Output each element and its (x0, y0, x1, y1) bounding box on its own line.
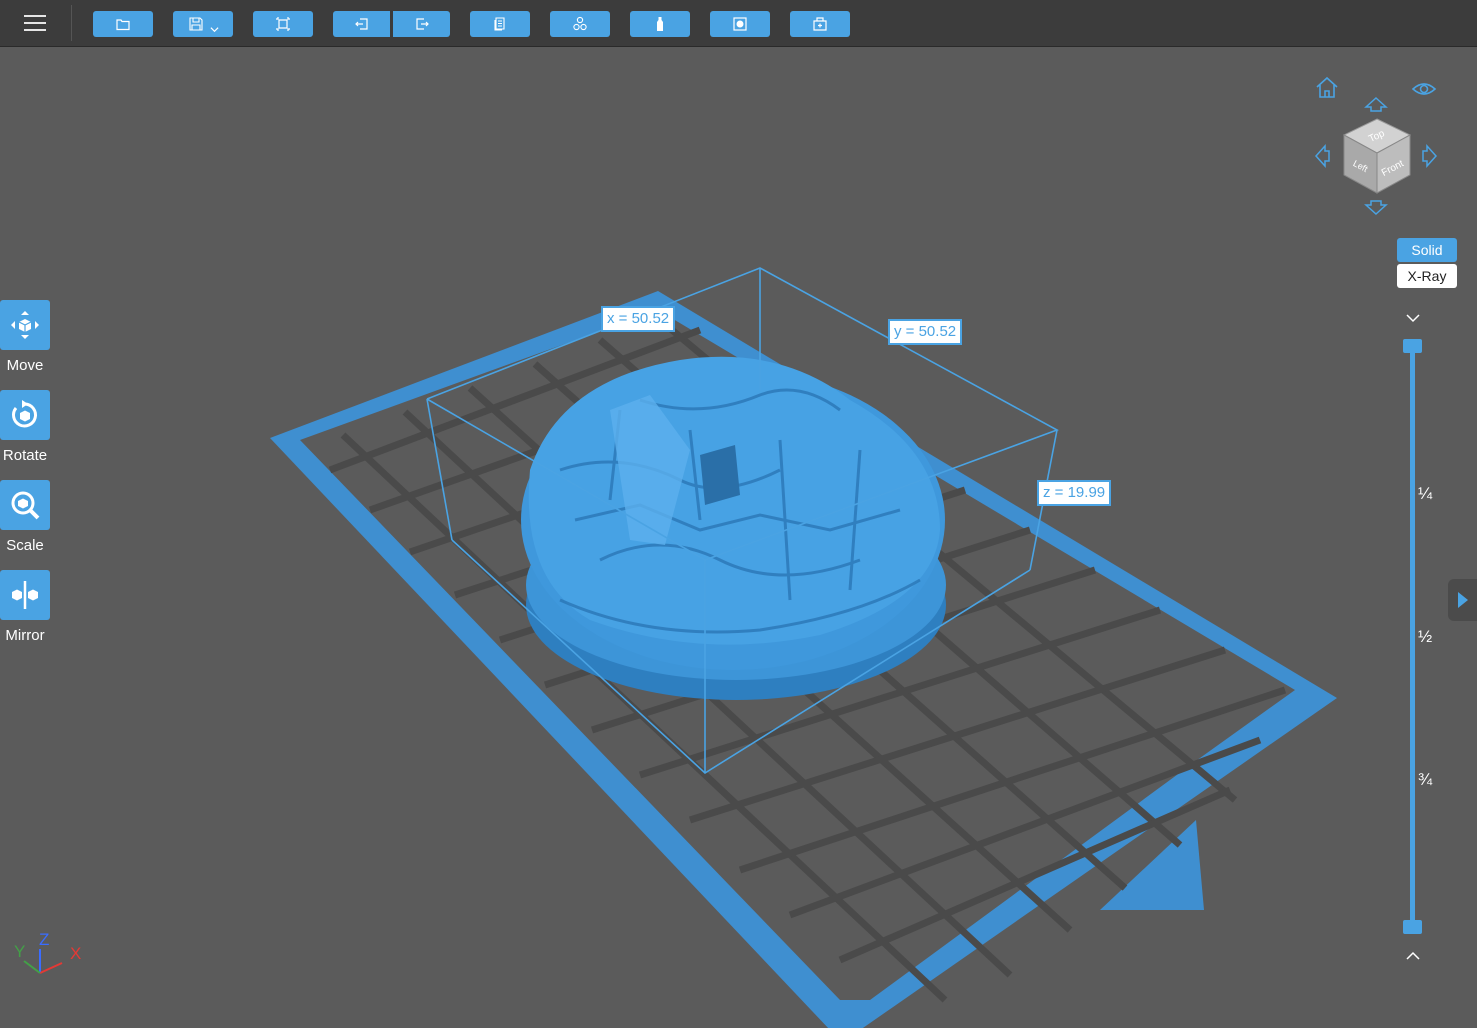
rotate-left-arrow-icon[interactable] (1314, 144, 1332, 168)
move-icon (11, 311, 39, 339)
right-panel-toggle[interactable] (1448, 579, 1477, 621)
hollow-icon (733, 17, 747, 31)
dimension-z-label: z = 19.99 (1037, 480, 1112, 506)
mirror-tool[interactable]: Mirror (0, 570, 50, 644)
arrange-icon (573, 16, 587, 31)
3d-viewport[interactable]: x = 50.52 y = 50.52 z = 19.99 Move Rotat… (0, 47, 1477, 1028)
copy-button[interactable] (470, 11, 530, 37)
mirror-label: Mirror (5, 627, 45, 644)
open-file-button[interactable] (93, 11, 153, 37)
home-view-icon[interactable] (1314, 76, 1340, 100)
slider-tick-half: ½ (1418, 627, 1433, 646)
slider-tick-three-quarter: ¾ (1418, 770, 1433, 789)
slider-track[interactable] (1410, 344, 1415, 929)
scale-icon (11, 491, 40, 520)
view-cube[interactable]: Top Left Front (1340, 115, 1414, 199)
axis-x-label: X (70, 944, 81, 963)
model-mesh[interactable] (521, 356, 946, 700)
chevron-down-icon (209, 26, 219, 32)
fit-view-button[interactable] (253, 11, 313, 37)
undo-icon (354, 18, 368, 30)
redo-icon (415, 18, 429, 30)
arrange-button[interactable] (550, 11, 610, 37)
top-toolbar (0, 0, 1477, 47)
rotate-tool[interactable]: Rotate (0, 390, 50, 464)
axis-y-label: Y (14, 942, 25, 961)
slider-tick-quarter: ¼ (1418, 484, 1433, 503)
scale-label: Scale (6, 537, 44, 554)
slider-expand-chevron-up-icon[interactable] (1405, 950, 1421, 962)
dimension-x-label: x = 50.52 (601, 306, 676, 332)
rotate-icon (12, 400, 37, 428)
box-plus-icon (813, 17, 827, 31)
move-label: Move (6, 357, 44, 374)
axis-z-label: Z (39, 930, 49, 949)
move-tool[interactable]: Move (0, 300, 50, 374)
dimension-y-label: y = 50.52 (888, 319, 963, 345)
toolbar-divider (71, 5, 72, 41)
slider-bottom-handle[interactable] (1403, 920, 1422, 934)
copy-icon (494, 17, 505, 31)
support-button[interactable] (630, 11, 690, 37)
rotate-down-arrow-icon[interactable] (1364, 200, 1388, 216)
rotate-label: Rotate (2, 447, 48, 464)
redo-button[interactable] (393, 11, 450, 37)
hamburger-menu-icon[interactable] (18, 11, 52, 35)
solid-view-button[interactable]: Solid (1397, 238, 1457, 262)
save-icon (188, 17, 203, 31)
folder-icon (116, 19, 130, 31)
eye-icon[interactable] (1411, 80, 1437, 98)
mirror-icon (12, 581, 38, 609)
undo-button[interactable] (333, 11, 390, 37)
bottle-icon (657, 17, 663, 31)
slider-collapse-chevron-down-icon[interactable] (1405, 312, 1421, 324)
scene-canvas (270, 267, 1337, 1028)
rotate-right-arrow-icon[interactable] (1420, 144, 1438, 168)
save-button[interactable] (173, 11, 233, 37)
add-hole-button[interactable] (790, 11, 850, 37)
chevron-right-icon (1458, 592, 1468, 608)
frame-icon (276, 17, 290, 31)
axis-gizmo: Z X Y (14, 930, 81, 974)
rotate-up-arrow-icon[interactable] (1364, 96, 1388, 112)
scale-tool[interactable]: Scale (0, 480, 50, 554)
slider-top-handle[interactable] (1403, 339, 1422, 353)
xray-view-button[interactable]: X-Ray (1397, 264, 1457, 288)
hollow-button[interactable] (710, 11, 770, 37)
